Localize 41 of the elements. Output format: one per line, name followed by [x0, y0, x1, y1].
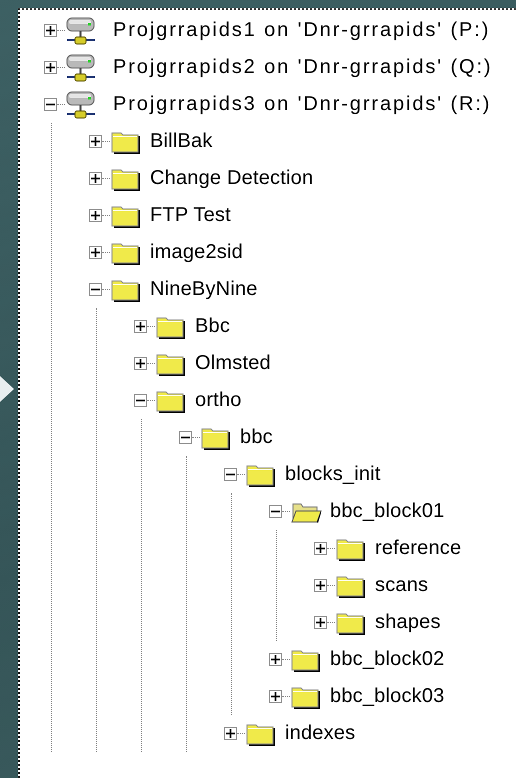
expand-button[interactable] [89, 135, 102, 148]
folder-label[interactable]: NineByNine [150, 278, 258, 301]
folder-label[interactable]: bbc_block02 [330, 648, 445, 671]
folder-label[interactable]: scans [375, 574, 428, 597]
expand-button[interactable] [89, 172, 102, 185]
collapse-button[interactable] [179, 431, 192, 444]
expand-button[interactable] [134, 320, 147, 333]
expand-button[interactable] [269, 653, 282, 666]
folder-label[interactable]: Olmsted [195, 352, 271, 375]
expand-button[interactable] [134, 357, 147, 370]
folder-label[interactable]: FTP Test [150, 204, 231, 227]
folder-label[interactable]: reference [375, 537, 462, 560]
expand-button[interactable] [269, 690, 282, 703]
folder-label[interactable]: bbc_block01 [330, 500, 445, 523]
collapse-button[interactable] [269, 505, 282, 518]
expand-button[interactable] [44, 61, 57, 74]
drive-label[interactable]: Projgrrapids3 on 'Dnr-grrapids' (R:) [113, 93, 492, 116]
folder-label[interactable]: blocks_init [285, 463, 381, 486]
expand-button[interactable] [89, 246, 102, 259]
expand-button[interactable] [89, 209, 102, 222]
expand-button[interactable] [224, 727, 237, 740]
expand-button[interactable] [314, 542, 327, 555]
folder-label[interactable]: bbc [240, 426, 273, 449]
folder-label[interactable]: bbc_block03 [330, 685, 445, 708]
folder-label[interactable]: Change Detection [150, 167, 314, 190]
collapse-button[interactable] [134, 394, 147, 407]
expand-button[interactable] [314, 616, 327, 629]
folder-label[interactable]: ortho [195, 389, 242, 412]
folder-label[interactable]: BillBak [150, 130, 213, 153]
folder-label[interactable]: Bbc [195, 315, 230, 338]
folder-label[interactable]: shapes [375, 611, 441, 634]
folder-label[interactable]: indexes [285, 722, 356, 745]
folder-label[interactable]: image2sid [150, 241, 243, 264]
expand-button[interactable] [314, 579, 327, 592]
expand-button[interactable] [44, 24, 57, 37]
drive-label[interactable]: Projgrrapids2 on 'Dnr-grrapids' (Q:) [113, 56, 492, 79]
collapse-button[interactable] [44, 98, 57, 111]
drive-label[interactable]: Projgrrapids1 on 'Dnr-grrapids' (P:) [113, 19, 490, 42]
collapse-button[interactable] [89, 283, 102, 296]
collapse-button[interactable] [224, 468, 237, 481]
pointer-triangle-icon [0, 376, 14, 402]
